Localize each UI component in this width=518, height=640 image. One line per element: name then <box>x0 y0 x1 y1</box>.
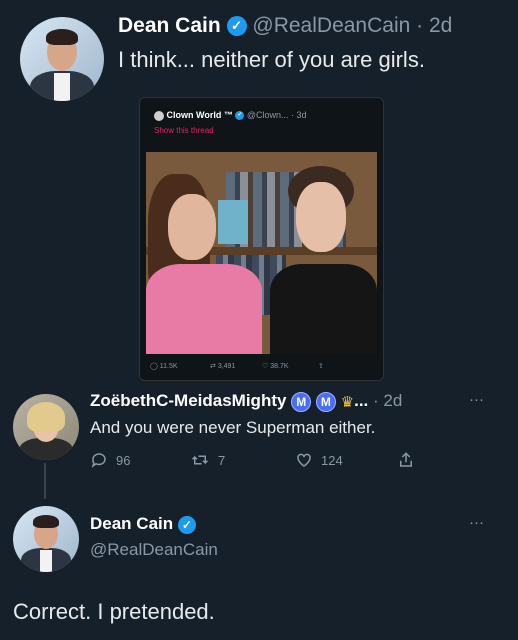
tweet1-handle[interactable]: @RealDeanCain <box>252 14 410 37</box>
embed-share: ⇪ <box>318 363 324 370</box>
tweet1-author-name[interactable]: Dean Cain <box>118 14 221 37</box>
embedded-tweet[interactable]: Clown World ™ ✓ @Clown... · 3d Show this… <box>139 97 384 381</box>
tweet2-author-name[interactable]: ZoëbethC-MeidasMighty <box>90 391 286 410</box>
reply-count: 96 <box>116 452 131 468</box>
tweet3-text: Correct. I pretended. <box>13 599 215 624</box>
tweet2-text: And you were never Superman either. <box>90 418 376 437</box>
verified-icon: ✓ <box>226 16 247 37</box>
reply-icon <box>91 453 106 468</box>
share-icon <box>400 452 412 467</box>
verified-icon: ✓ <box>177 515 196 534</box>
tweet1-header: Dean Cain ✓ @RealDeanCain · 2d <box>118 14 452 38</box>
embed-handle-time: @Clown... · 3d <box>246 110 307 120</box>
person-left-sweater <box>146 264 262 354</box>
tweet2-header: ZoëbethC-MeidasMighty M M ♛... · 2d <box>90 391 402 412</box>
tweet1-time[interactable]: · 2d <box>416 14 452 37</box>
avatar-dean-cain-bottom[interactable] <box>13 506 79 572</box>
tweet3-handle[interactable]: @RealDeanCain <box>90 540 218 560</box>
person-right-top <box>270 264 377 354</box>
like-button[interactable]: 124 <box>295 451 343 469</box>
embed-reply: ◯ 11.5K <box>150 363 178 370</box>
embed-author-name: Clown World ™ <box>166 110 233 120</box>
person-right-face <box>296 182 346 252</box>
embed-photo <box>146 152 377 354</box>
m-badge-icon: M <box>291 391 312 412</box>
share-button[interactable] <box>397 451 415 469</box>
embed-header: Clown World ™ ✓ @Clown... · 3d <box>154 110 307 121</box>
tweet2-time[interactable]: · 2d <box>373 391 402 410</box>
more-icon[interactable]: ··· <box>469 391 484 408</box>
avatar-dean-cain-top[interactable] <box>20 17 104 101</box>
tweet3-author-name[interactable]: Dean Cain <box>90 514 173 533</box>
embed-retweet-count: 3,491 <box>217 363 236 370</box>
tweet1-text: I think... neither of you are girls. <box>118 47 425 72</box>
person-left-face <box>168 194 216 260</box>
like-count: 124 <box>321 452 343 468</box>
reply-button[interactable]: 96 <box>90 451 130 469</box>
crown-icon: ♛ <box>340 393 355 411</box>
book-cover <box>218 200 248 244</box>
avatar-zoebeth[interactable] <box>13 394 79 460</box>
retweet-button[interactable]: 7 <box>190 451 225 469</box>
retweet-count: 7 <box>218 452 226 468</box>
embed-show-thread: Show this thread <box>154 126 214 135</box>
thread-line <box>44 463 46 499</box>
embed-like-count: 38.7K <box>270 363 289 370</box>
embed-retweet: ⇄ 3,491 <box>210 363 236 370</box>
tweet3-header: Dean Cain ✓ <box>90 514 196 534</box>
embed-avatar <box>154 110 164 121</box>
more-icon[interactable]: ··· <box>469 514 484 531</box>
embed-reply-count: 11.5K <box>159 363 178 370</box>
retweet-icon <box>191 455 209 465</box>
m-badge-icon: M <box>315 391 336 412</box>
like-icon <box>297 453 311 467</box>
verified-icon: ✓ <box>235 111 245 121</box>
tweet2-truncation: ... <box>354 391 369 410</box>
embed-like: ♡ 38.7K <box>262 363 289 370</box>
